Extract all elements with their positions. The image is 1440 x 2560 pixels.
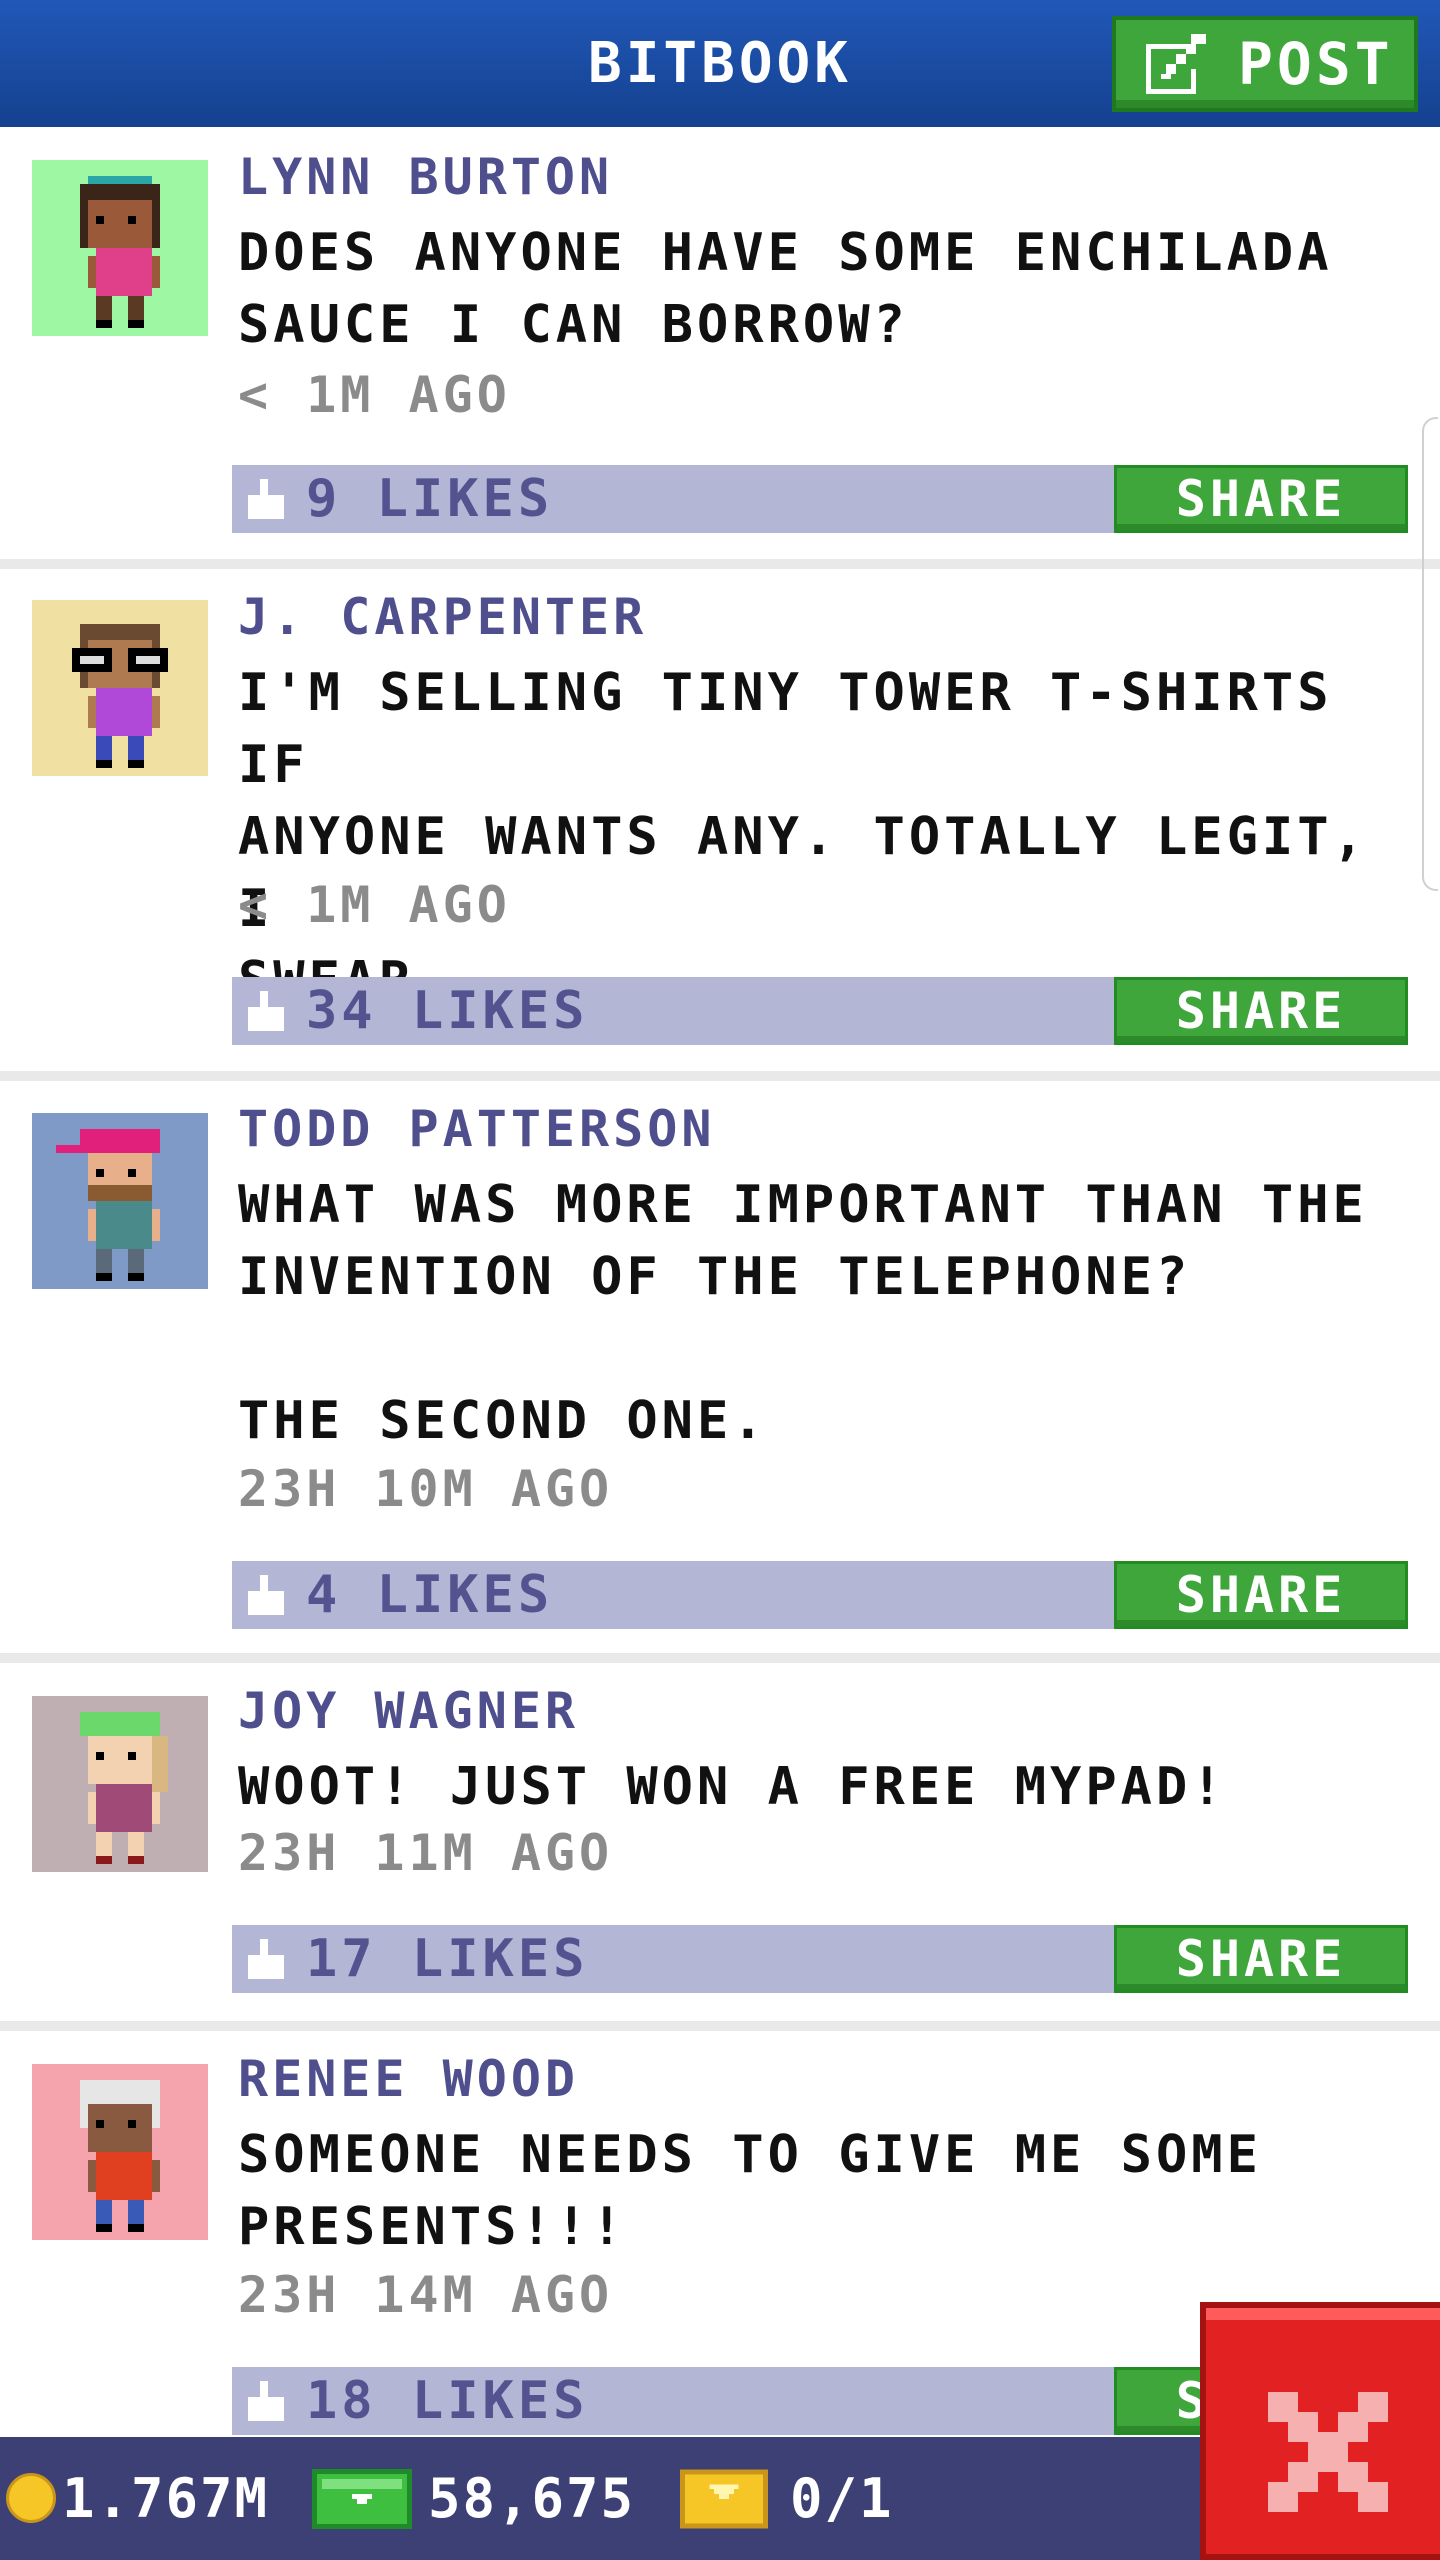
- post-message: I'M SELLING TINY TOWER T-SHIRTS IF ANYON…: [238, 663, 1368, 1011]
- post-message: WHAT WAS MORE IMPORTANT THAN THE INVENTI…: [238, 1175, 1368, 1451]
- post-message: DOES ANYONE HAVE SOME ENCHILADA SAUCE I …: [238, 223, 1333, 355]
- post-divider: [0, 1071, 1440, 1081]
- avatar: [32, 1113, 208, 1289]
- post-author[interactable]: TODD PATTERSON: [238, 1099, 715, 1159]
- thumbs-up-icon: [248, 1939, 284, 1979]
- close-button[interactable]: [1200, 2302, 1440, 2560]
- like-count: 4 LIKES: [306, 1565, 554, 1625]
- share-button[interactable]: SHARE: [1114, 1561, 1408, 1629]
- thumbs-up-icon: [248, 991, 284, 1031]
- like-count: 18 LIKES: [306, 2371, 589, 2431]
- coin-icon: [6, 2473, 56, 2523]
- header-bar: BITBOOK POST: [0, 0, 1440, 130]
- coin-count: 1.767M: [62, 2467, 270, 2530]
- like-bar[interactable]: 17 LIKES SHARE: [232, 1925, 1408, 1993]
- share-button[interactable]: SHARE: [1114, 465, 1408, 533]
- edit-icon: [1146, 34, 1206, 94]
- feed-post: J. CARPENTER I'M SELLING TINY TOWER T-SH…: [0, 569, 1440, 1059]
- post-button[interactable]: POST: [1112, 16, 1418, 112]
- post-time: < 1M AGO: [238, 876, 511, 934]
- like-count: 17 LIKES: [306, 1929, 589, 1989]
- post-time: 23H 14M AGO: [238, 2266, 614, 2324]
- feed-list[interactable]: LYNN BURTON DOES ANYONE HAVE SOME ENCHIL…: [0, 127, 1440, 2437]
- like-bar[interactable]: 9 LIKES SHARE: [232, 465, 1408, 533]
- bux-count: 58,675: [428, 2467, 636, 2530]
- post-message: SOMEONE NEEDS TO GIVE ME SOME PRESENTS!!…: [238, 2125, 1262, 2257]
- like-count: 34 LIKES: [306, 981, 589, 1041]
- like-bar[interactable]: 4 LIKES SHARE: [232, 1561, 1408, 1629]
- share-button[interactable]: SHARE: [1114, 1925, 1408, 1993]
- avatar: [32, 600, 208, 776]
- post-time: 23H 10M AGO: [238, 1460, 614, 1518]
- post-time: 23H 11M AGO: [238, 1824, 614, 1882]
- thumbs-up-icon: [248, 2381, 284, 2421]
- like-bar[interactable]: 34 LIKES SHARE: [232, 977, 1408, 1045]
- like-count: 9 LIKES: [306, 469, 554, 529]
- avatar: [32, 1696, 208, 1872]
- post-author[interactable]: J. CARPENTER: [238, 587, 647, 647]
- post-author[interactable]: RENEE WOOD: [238, 2049, 579, 2109]
- post-divider: [0, 559, 1440, 569]
- feed-post: TODD PATTERSON WHAT WAS MORE IMPORTANT T…: [0, 1081, 1440, 1651]
- post-time: < 1M AGO: [238, 366, 511, 424]
- bux-icon: [312, 2469, 412, 2529]
- post-author[interactable]: JOY WAGNER: [238, 1681, 579, 1741]
- ticket-count: 0/1: [790, 2467, 894, 2530]
- avatar: [32, 160, 208, 336]
- feed-post: JOY WAGNER WOOT! JUST WON A FREE MYPAD! …: [0, 1663, 1440, 2025]
- avatar: [32, 2064, 208, 2240]
- feed-post: LYNN BURTON DOES ANYONE HAVE SOME ENCHIL…: [0, 127, 1440, 547]
- thumbs-up-icon: [248, 479, 284, 519]
- scroll-indicator[interactable]: [1422, 417, 1438, 891]
- golden-ticket-icon: [680, 2469, 768, 2529]
- close-icon: [1268, 2392, 1388, 2512]
- post-message: WOOT! JUST WON A FREE MYPAD!: [238, 1757, 1227, 1817]
- thumbs-up-icon: [248, 1575, 284, 1615]
- post-divider: [0, 2021, 1440, 2031]
- post-author[interactable]: LYNN BURTON: [238, 147, 613, 207]
- share-button[interactable]: SHARE: [1114, 977, 1408, 1045]
- post-divider: [0, 1653, 1440, 1663]
- post-label: POST: [1238, 30, 1394, 98]
